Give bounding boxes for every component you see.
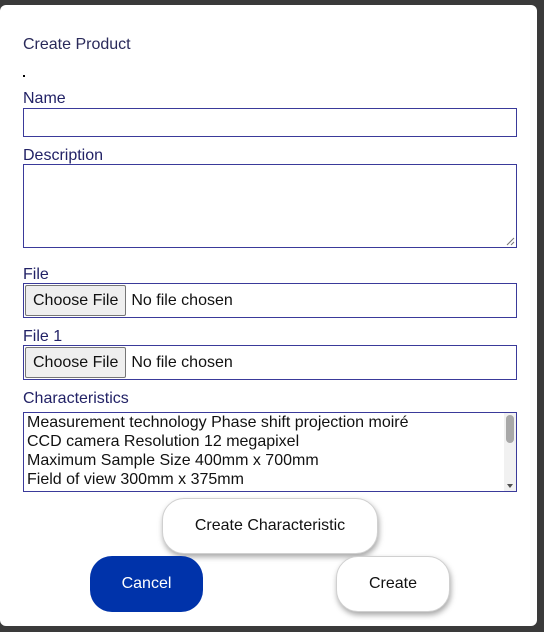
- description-textarea[interactable]: [23, 164, 517, 248]
- scroll-down-arrow-icon[interactable]: [507, 484, 513, 488]
- name-label: Name: [23, 90, 66, 107]
- description-wrapper: [23, 164, 517, 248]
- choose-file1-button[interactable]: Choose File: [25, 347, 127, 378]
- file-input[interactable]: Choose File No file chosen: [23, 283, 517, 318]
- listbox-scrollbar[interactable]: [504, 413, 516, 491]
- description-label: Description: [23, 147, 104, 164]
- characteristics-label: Characteristics: [23, 390, 129, 407]
- scrollbar-thumb[interactable]: [506, 415, 514, 443]
- modal-title: Create Product: [23, 36, 131, 53]
- list-item[interactable]: Maximum Sample Size 400mm x 700mm: [24, 451, 516, 470]
- list-item[interactable]: Measurement technology Phase shift proje…: [24, 413, 516, 432]
- file1-input[interactable]: Choose File No file chosen: [23, 345, 517, 380]
- list-item[interactable]: CCD camera Resolution 12 megapixel: [24, 432, 516, 451]
- name-input[interactable]: [23, 108, 517, 137]
- resize-grip-icon[interactable]: [505, 236, 515, 246]
- choose-file-button[interactable]: Choose File: [25, 285, 127, 316]
- cancel-button[interactable]: Cancel: [90, 556, 203, 612]
- file-label: File: [23, 266, 49, 283]
- characteristics-list: Measurement technology Phase shift proje…: [24, 413, 516, 489]
- file1-label: File 1: [23, 328, 63, 345]
- characteristics-listbox[interactable]: Measurement technology Phase shift proje…: [23, 412, 517, 492]
- stray-dot: [23, 75, 25, 77]
- create-characteristic-button[interactable]: Create Characteristic: [162, 498, 378, 554]
- create-product-modal: Create Product Name Description File Cho…: [0, 5, 537, 626]
- list-item[interactable]: Field of view 300mm x 375mm: [24, 470, 516, 489]
- create-button[interactable]: Create: [336, 556, 450, 612]
- file-status-text: No file chosen: [131, 291, 233, 309]
- file1-status-text: No file chosen: [131, 353, 233, 371]
